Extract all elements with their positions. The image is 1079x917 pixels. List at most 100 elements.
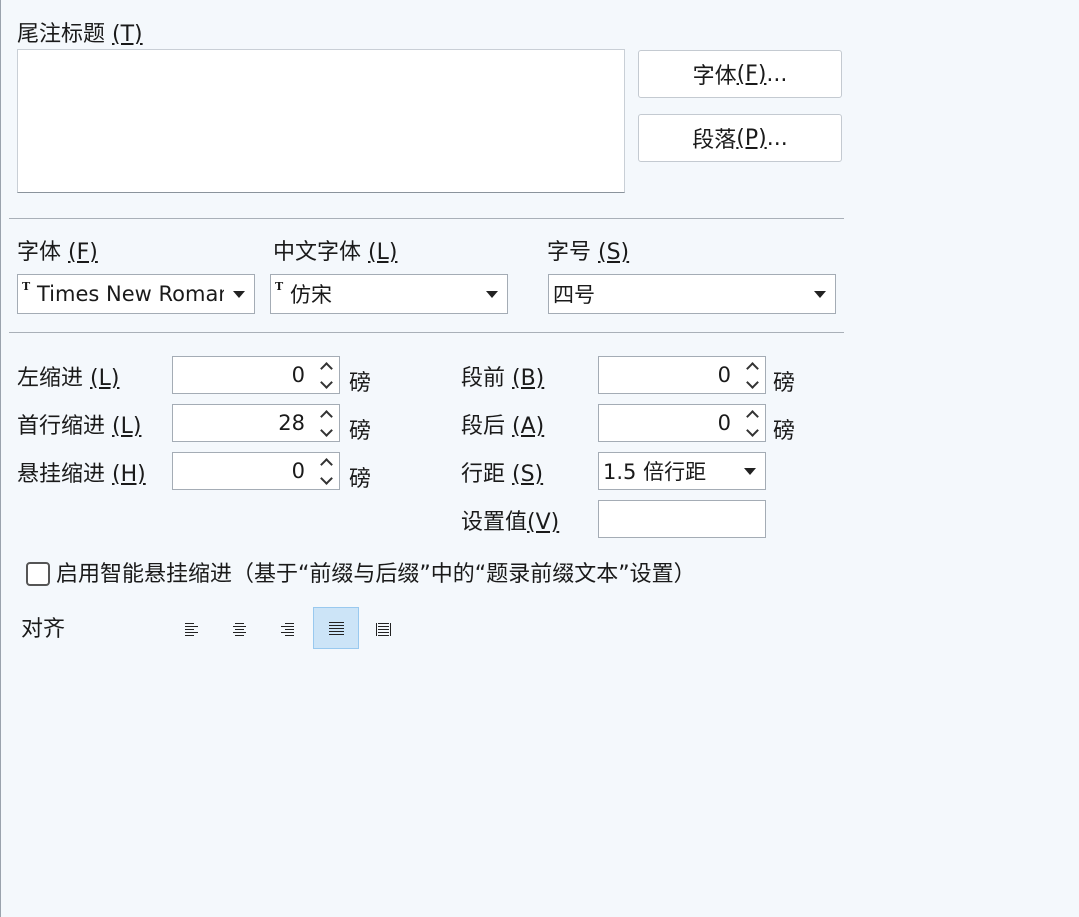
first-line-indent-spinner[interactable]: 28 xyxy=(172,404,340,442)
font-size-label-text: 字号 xyxy=(547,240,598,265)
space-before-value: 0 xyxy=(717,363,731,387)
chevron-up-icon[interactable] xyxy=(319,457,333,471)
cn-font-label-text: 中文字体 xyxy=(273,240,368,265)
font-label-accesskey: (F) xyxy=(68,240,98,265)
chevron-up-icon[interactable] xyxy=(745,361,759,375)
font-size-label: 字号 (S) xyxy=(547,239,629,267)
hanging-indent-value: 0 xyxy=(291,459,305,483)
space-after-value: 0 xyxy=(717,411,731,435)
font-size-select-value: 四号 xyxy=(553,283,595,307)
paragraph-button[interactable]: 段落 (P)... xyxy=(638,114,842,162)
space-after-label-text: 段后 xyxy=(461,414,512,439)
hanging-indent-label-text: 悬挂缩进 xyxy=(17,462,112,487)
first-line-indent-value: 28 xyxy=(278,411,305,435)
endnote-title-label: 尾注标题 (T) xyxy=(17,21,143,49)
font-button[interactable]: 字体 (F)... xyxy=(638,50,842,98)
font-label-text: 字体 xyxy=(17,240,68,265)
spinner-arrows[interactable] xyxy=(739,409,765,438)
space-before-label: 段前 (B) xyxy=(461,365,544,393)
alignment-label: 对齐 xyxy=(21,617,66,642)
space-before-accesskey: (B) xyxy=(512,366,545,391)
align-right-button[interactable] xyxy=(264,608,310,650)
chevron-down-icon[interactable] xyxy=(805,290,835,298)
chevron-down-icon[interactable] xyxy=(319,375,333,389)
font-select[interactable]: T Times New Roman xyxy=(17,274,255,314)
truetype-font-icon: T xyxy=(275,280,284,293)
line-spacing-label: 行距 (S) xyxy=(461,461,543,489)
chevron-down-icon[interactable] xyxy=(477,290,507,298)
align-distributed-button[interactable] xyxy=(360,608,406,650)
hanging-indent-label: 悬挂缩进 (H) xyxy=(17,461,146,489)
align-justify-button[interactable] xyxy=(313,607,359,649)
line-spacing-value: 1.5 倍行距 xyxy=(603,460,707,484)
setting-value-input[interactable] xyxy=(598,500,766,538)
chevron-down-icon[interactable] xyxy=(319,423,333,437)
truetype-font-icon: T xyxy=(22,280,31,293)
chevron-up-icon[interactable] xyxy=(319,409,333,423)
hanging-indent-unit: 磅 xyxy=(349,467,372,492)
smart-hanging-indent-label[interactable]: 启用智能悬挂缩进（基于“前缀与后缀”中的“题录前缀文本”设置） xyxy=(56,561,696,589)
separator-middle xyxy=(9,332,844,333)
cn-font-select-value: 仿宋 xyxy=(290,283,332,307)
smart-hanging-indent-checkbox[interactable] xyxy=(26,562,50,586)
paragraph-button-ellipsis: ... xyxy=(766,125,788,151)
setting-value-label: 设置值(V) xyxy=(461,509,559,537)
chevron-down-icon[interactable] xyxy=(745,375,759,389)
chevron-down-icon[interactable] xyxy=(319,471,333,485)
font-label: 字体 (F) xyxy=(17,239,98,267)
space-after-spinner[interactable]: 0 xyxy=(598,404,766,442)
left-indent-accesskey: (L) xyxy=(90,366,120,391)
hanging-indent-spinner[interactable]: 0 xyxy=(172,452,340,490)
font-size-select[interactable]: 四号 xyxy=(548,274,836,314)
font-size-label-accesskey: (S) xyxy=(598,240,630,265)
font-button-label: 字体 xyxy=(692,64,737,89)
spinner-arrows[interactable] xyxy=(313,409,339,438)
cn-font-label-accesskey: (L) xyxy=(368,240,398,265)
cn-font-label: 中文字体 (L) xyxy=(273,239,397,267)
first-line-indent-unit: 磅 xyxy=(349,419,372,444)
chevron-down-icon[interactable] xyxy=(735,467,765,475)
align-left-icon xyxy=(184,622,198,636)
paragraph-button-accesskey: (P) xyxy=(736,125,767,151)
chevron-down-icon[interactable] xyxy=(224,290,254,298)
setting-value-accesskey: (V) xyxy=(527,510,560,535)
spinner-arrows[interactable] xyxy=(739,361,765,390)
spinner-arrows[interactable] xyxy=(313,457,339,486)
chevron-up-icon[interactable] xyxy=(319,361,333,375)
space-before-unit: 磅 xyxy=(773,371,796,396)
line-spacing-label-text: 行距 xyxy=(461,462,512,487)
left-indent-label: 左缩进 (L) xyxy=(17,365,119,393)
endnote-title-label-text: 尾注标题 xyxy=(17,22,112,47)
paragraph-button-label: 段落 xyxy=(692,128,737,153)
line-spacing-select[interactable]: 1.5 倍行距 xyxy=(598,452,766,490)
align-justify-icon xyxy=(328,621,344,635)
font-button-ellipsis: ... xyxy=(766,61,788,87)
chevron-down-icon[interactable] xyxy=(745,423,759,437)
space-after-label: 段后 (A) xyxy=(461,413,544,441)
left-indent-value: 0 xyxy=(291,363,305,387)
align-center-button[interactable] xyxy=(216,608,262,650)
left-indent-label-text: 左缩进 xyxy=(17,366,90,391)
align-left-button[interactable] xyxy=(168,608,214,650)
left-indent-unit: 磅 xyxy=(349,371,372,396)
cn-font-select[interactable]: T 仿宋 xyxy=(270,274,508,314)
font-select-value: Times New Roman xyxy=(37,282,224,306)
align-distributed-icon xyxy=(375,622,391,636)
first-line-indent-label-text: 首行缩进 xyxy=(17,414,112,439)
separator-top xyxy=(9,218,844,219)
first-line-indent-accesskey: (L) xyxy=(112,414,142,439)
space-after-unit: 磅 xyxy=(773,419,796,444)
align-right-icon xyxy=(280,622,294,636)
space-before-spinner[interactable]: 0 xyxy=(598,356,766,394)
setting-value-label-text: 设置值 xyxy=(461,510,528,535)
left-indent-spinner[interactable]: 0 xyxy=(172,356,340,394)
chevron-up-icon[interactable] xyxy=(745,409,759,423)
first-line-indent-label: 首行缩进 (L) xyxy=(17,413,141,441)
endnote-title-accesskey: (T) xyxy=(112,22,143,47)
space-after-accesskey: (A) xyxy=(512,414,545,439)
hanging-indent-accesskey: (H) xyxy=(112,462,146,487)
spinner-arrows[interactable] xyxy=(313,361,339,390)
space-before-label-text: 段前 xyxy=(461,366,512,391)
endnote-title-textarea[interactable] xyxy=(17,49,625,193)
line-spacing-accesskey: (S) xyxy=(512,462,544,487)
